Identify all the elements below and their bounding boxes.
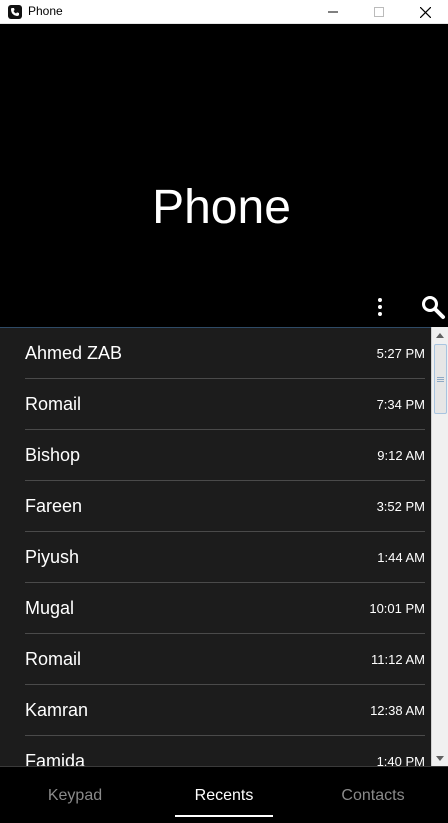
contact-name: Piyush: [25, 547, 80, 567]
close-icon: [419, 6, 431, 18]
tab-contacts[interactable]: Contacts: [303, 767, 443, 823]
scroll-thumb[interactable]: [434, 344, 447, 414]
grip-icon: [437, 376, 444, 382]
recent-call-row[interactable]: Mugal 10:01 PM: [25, 583, 425, 634]
phone-icon: [8, 5, 22, 19]
call-time: 10:01 PM: [369, 601, 425, 616]
app-header: Phone: [0, 25, 448, 327]
call-time: 1:44 AM: [377, 550, 425, 565]
recent-call-row[interactable]: Fareen 3:52 PM: [25, 481, 425, 532]
recent-call-row[interactable]: Bishop 9:12 AM: [25, 430, 425, 481]
call-time: 12:38 AM: [370, 703, 425, 718]
maximize-button[interactable]: [356, 0, 402, 24]
active-tab-indicator: [175, 815, 273, 817]
contact-name: Romail: [25, 394, 82, 414]
recent-call-row[interactable]: Famida 1:40 PM: [25, 736, 425, 766]
maximize-icon: [374, 7, 384, 17]
recent-call-row[interactable]: Romail 11:12 AM: [25, 634, 425, 685]
recent-call-row[interactable]: Piyush 1:44 AM: [25, 532, 425, 583]
triangle-up-icon: [436, 332, 444, 338]
minimize-button[interactable]: [310, 0, 356, 24]
contact-name: Mugal: [25, 598, 75, 618]
recent-call-row[interactable]: Kamran 12:38 AM: [25, 685, 425, 736]
recent-call-row[interactable]: Ahmed ZAB 5:27 PM: [25, 328, 425, 379]
call-time: 3:52 PM: [376, 499, 425, 514]
search-button[interactable]: [420, 294, 446, 320]
contact-name: Ahmed ZAB: [25, 343, 123, 363]
triangle-down-icon: [436, 755, 444, 761]
recent-call-row[interactable]: Romail 7:34 PM: [25, 379, 425, 430]
search-icon: [422, 296, 445, 319]
recents-list[interactable]: Ahmed ZAB 5:27 PM Romail 7:34 PM Bishop …: [0, 327, 448, 766]
list-scrollbar[interactable]: [431, 327, 448, 766]
scroll-down-button[interactable]: [432, 750, 448, 766]
call-time: 5:27 PM: [376, 346, 425, 361]
call-time: 11:12 AM: [371, 652, 425, 667]
contact-name: Romail: [25, 649, 82, 669]
call-time: 9:12 AM: [377, 448, 425, 463]
call-time: 1:40 PM: [376, 754, 425, 766]
close-button[interactable]: [402, 0, 448, 24]
more-options-button[interactable]: [370, 295, 390, 319]
bottom-tab-bar: Keypad Recents Contacts: [0, 766, 448, 823]
more-vertical-icon: [378, 298, 382, 302]
contact-name: Bishop: [25, 445, 81, 465]
window-titlebar: Phone: [0, 0, 448, 24]
window-title: Phone: [28, 4, 63, 18]
contact-name: Kamran: [25, 700, 89, 720]
call-time: 7:34 PM: [376, 397, 425, 412]
contact-name: Fareen: [25, 496, 83, 516]
contact-name: Famida: [25, 751, 86, 766]
tab-keypad[interactable]: Keypad: [5, 767, 145, 823]
minimize-icon: [328, 11, 338, 13]
scroll-up-button[interactable]: [432, 327, 448, 343]
page-title: Phone: [152, 181, 291, 234]
